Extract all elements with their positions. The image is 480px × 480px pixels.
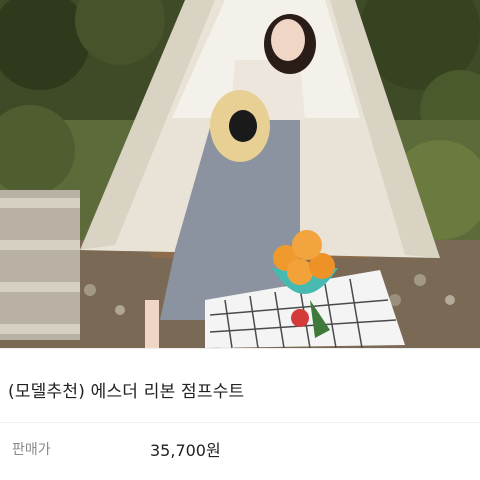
price-label: 판매가 [12, 442, 51, 458]
product-photo[interactable] [0, 0, 480, 348]
price-value: 35,700원 [150, 441, 221, 460]
product-photo-illustration [0, 0, 480, 348]
product-info: (모델추천) 에스더 리본 점프수트 판매가 35,700원 [0, 348, 480, 480]
product-name[interactable]: (모델추천) 에스더 리본 점프수트 [8, 377, 244, 402]
divider [0, 422, 480, 423]
